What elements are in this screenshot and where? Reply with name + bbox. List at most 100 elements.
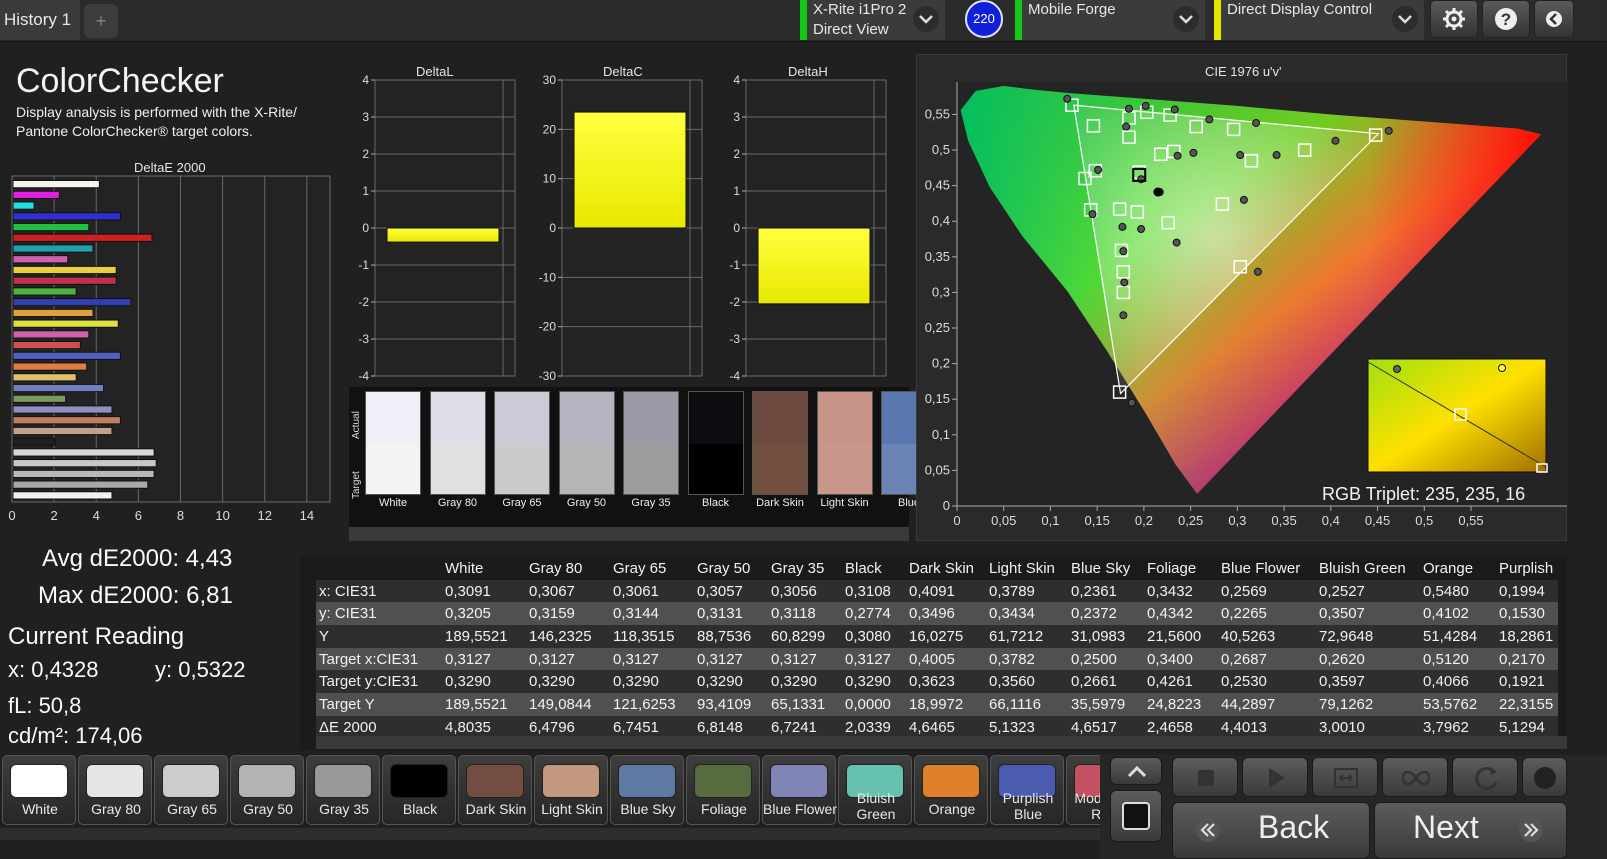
workflow-dropdown[interactable]: Direct Display Control [1214,0,1424,40]
patch-swatch-button[interactable]: Foliage [686,755,760,825]
table-row[interactable]: x: CIE31 0,3091 0,3067 0,3061 0,3057 0,3056 0,… [316,579,1558,603]
chevron-down-icon [1173,6,1199,32]
table-scrollbar[interactable] [316,736,1567,749]
deltae-tick-label: 2 [51,508,58,523]
patch-cell[interactable] [429,391,486,495]
cie-measured-marker [1236,151,1245,160]
swatch-scrollbar[interactable] [0,828,1100,840]
table-cell: 0,3507 [1316,602,1420,626]
patch-swatch-button[interactable]: Bluish Green [838,755,912,825]
double-chevron-left-icon [1196,818,1220,842]
patch-cell[interactable] [558,391,615,495]
next-button[interactable]: Next [1374,802,1567,859]
patch-swatch-button[interactable]: Gray 50 [230,755,304,825]
continuous-button[interactable] [1382,757,1448,797]
table-cell: 0,3290 [610,670,694,694]
deltae-bar [12,201,35,210]
table-row[interactable]: Target Y 189,5521 149,0844 121,6253 93,4109 6… [316,693,1558,716]
measure-button[interactable] [1312,757,1378,797]
patch-actual [559,392,614,444]
table-cell: 0,3159 [526,602,610,626]
delta-tick-label: -4 [729,369,740,383]
swatch-color-chip [314,764,372,798]
extra-button[interactable] [1522,757,1567,797]
patch-swatch-button[interactable]: Blue Flower [762,755,837,825]
reading-count-badge[interactable]: 220 [965,0,1003,38]
current-fl: fL: 50,8 [8,693,82,718]
patch-cell[interactable] [365,391,421,495]
patch-swatch-button[interactable]: Dark Skin [458,755,532,825]
deltae-bar [12,416,121,425]
patch-swatch-button[interactable]: Gray 80 [78,755,152,825]
table-row[interactable]: y: CIE31 0,3205 0,3159 0,3144 0,3131 0,3118 0,… [316,602,1558,626]
chevron-down-icon [1392,6,1418,32]
patch-swatch-button[interactable]: Blue Sky [610,755,684,825]
patch-cell[interactable] [687,391,744,495]
table-column-header [316,557,442,580]
table-cell: 0,3400 [1144,647,1218,671]
tab-history-1[interactable]: History 1 [0,0,80,40]
delta-tick-label: 20 [543,122,557,136]
deltae-bar [12,276,117,285]
table-cell: 0,2661 [1068,670,1144,694]
refresh-button[interactable] [1452,757,1518,797]
cie-zoom-inset [1367,358,1547,473]
stop-button[interactable] [1172,757,1238,797]
table-cell: 149,0844 [526,693,610,716]
patch-swatch-button[interactable]: Purplish Blue [990,755,1064,825]
patch-actual [366,392,420,444]
display-dropdown[interactable]: Mobile Forge [1015,0,1205,40]
swatch-color-chip [922,764,980,798]
table-row[interactable]: Target x:CIE31 0,3127 0,3127 0,3127 0,3127 0,… [316,647,1558,671]
back-arrow-button[interactable] [1534,0,1574,38]
deltae-bar [12,383,105,393]
patch-cell[interactable] [752,391,808,495]
patch-swatch-button[interactable]: Gray 65 [154,755,228,825]
patch-swatch-button[interactable]: Black [382,755,456,825]
patch-actual [624,392,678,444]
stop-square-button[interactable] [1110,790,1162,842]
add-tab-button[interactable]: + [84,4,118,38]
cie-x-tick: 0,45 [1365,513,1390,528]
settings-button[interactable] [1430,0,1478,38]
page-description: Display analysis is performed with the X… [16,104,297,139]
patch-swatch-button[interactable]: Gray 35 [306,755,380,825]
patch-cell[interactable] [623,391,679,495]
patch-cell[interactable] [816,391,873,495]
table-cell: 0,2500 [1068,647,1144,671]
next-label: Next [1413,809,1479,845]
back-button[interactable]: Back [1172,802,1370,859]
deltae-tick-label: 8 [177,508,184,523]
instrument-dropdown[interactable]: X-Rite i1Pro 2 Direct View [800,0,945,40]
patch-swatch-button[interactable]: Light Skin [534,755,608,825]
cie-measured-marker [1119,311,1128,320]
patch-cell[interactable] [494,391,550,495]
table-column-header: Orange [1423,559,1474,577]
table-cell: y: CIE31 [316,602,442,626]
swatch-color-chip [694,764,752,798]
table-cell: 0,2265 [1218,602,1316,626]
play-button[interactable] [1242,757,1308,797]
patch-scrollbar[interactable] [349,527,909,541]
current-x: x: 0,4328 [8,657,99,682]
table-row[interactable]: Y 189,5521 146,2325 118,3515 88,7536 60,8299 0… [316,625,1558,648]
table-column-header: Blue Flower [1221,559,1301,577]
deltae-bar [12,308,94,318]
delta-tick-label: 2 [733,147,740,161]
deltae-bar [12,373,77,382]
play-icon [1269,768,1285,788]
table-cell: 189,5521 [442,693,526,716]
scroll-up-button[interactable] [1110,757,1162,785]
help-button[interactable]: ? [1482,0,1530,38]
table-cell: 146,2325 [526,625,610,648]
patch-swatch-button[interactable]: White [2,755,76,825]
patch-target [366,444,420,494]
cie-measured-marker [1173,151,1182,160]
patch-swatch-button[interactable]: Orange [914,755,988,825]
cie-y-tick: 0,55 [925,106,950,121]
table-row[interactable]: Target y:CIE31 0,3290 0,3290 0,3290 0,3290 0,… [316,670,1558,694]
cie-y-tick: 0,25 [925,320,950,335]
deltae-bar [12,459,157,468]
swatch-color-chip [770,764,828,798]
table-cell: 0,3108 [842,579,906,603]
